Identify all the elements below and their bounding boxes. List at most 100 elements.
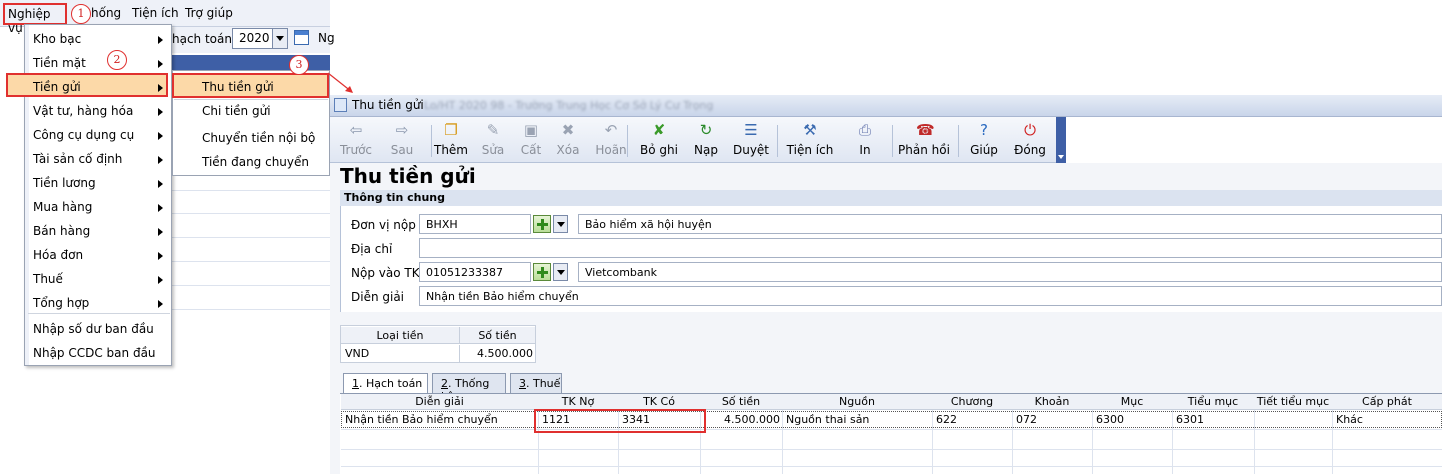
tab-label: . Hạch toán [359, 377, 423, 390]
toolbar-label: Hoãn [595, 143, 627, 157]
grid-header[interactable]: Mục [1092, 395, 1172, 408]
add-icon[interactable] [533, 215, 551, 233]
menu-item-3[interactable]: Vật tư, hàng hóa [33, 104, 133, 118]
dien-giai-input[interactable]: Nhận tiền Bảo hiểm chuyển [419, 286, 1442, 306]
toolbar-button-3[interactable]: ✎ Sửa [475, 117, 511, 163]
grid-header[interactable]: Tiết tiểu mục [1254, 395, 1332, 408]
chevron-down-icon[interactable] [553, 263, 568, 281]
tab-thue[interactable]: 3. Thuế [510, 373, 562, 393]
grid-header[interactable]: Nguồn [782, 395, 932, 408]
chevron-right-icon [158, 36, 167, 44]
chevron-down-icon[interactable] [553, 215, 568, 233]
menu-item-7[interactable]: Mua hàng [33, 200, 92, 214]
toolbar-label: Phản hồi [898, 143, 950, 157]
toolbar-overflow-button[interactable] [1056, 117, 1066, 163]
toolbar-button-7[interactable]: ✘ Bỏ ghi [638, 117, 680, 163]
submenu-separator [174, 99, 328, 100]
forward-arrow-icon: ⇨ [395, 121, 409, 139]
add-icon[interactable] [533, 263, 551, 281]
dia-chi-input[interactable] [419, 238, 1442, 258]
menu-item-6[interactable]: Tiền lương [33, 176, 96, 190]
undo-icon: ↶ [604, 121, 618, 139]
submenu-item-0[interactable]: Thu tiền gửi [202, 80, 274, 94]
menu-tro-giup[interactable]: Trợ giúp [185, 6, 233, 20]
nop-vao-tk-label: Nộp vào TK [351, 266, 420, 280]
grid-header[interactable]: TK Nợ [538, 395, 618, 408]
menu-item-selected-highlight [6, 73, 168, 97]
window-title: Thu tiền gửi [352, 98, 424, 112]
submenu-item-2[interactable]: Chuyển tiền nội bộ [202, 131, 315, 145]
grid-row-line [341, 429, 1442, 430]
currency-header: Loại tiền [341, 327, 459, 344]
don-vi-nop-code-input[interactable]: BHXH [419, 214, 531, 234]
form-title: Thu tiền gửi [340, 164, 476, 188]
menu-item-1[interactable]: Tiền mặt [33, 56, 86, 70]
grid-header[interactable]: Số tiền [700, 395, 782, 408]
grid-header[interactable]: Diễn giải [341, 395, 538, 408]
toolbar-label: Duyệt [732, 143, 770, 157]
menu-item-5[interactable]: Tài sản cố định [33, 152, 122, 166]
back-arrow-icon: ⇦ [349, 121, 363, 139]
menu-item-13[interactable]: Nhập CCDC ban đầu [33, 346, 156, 360]
amount-header: Số tiền [459, 327, 535, 344]
menu-item-0[interactable]: Kho bạc [33, 32, 81, 46]
don-vi-nop-name-input[interactable]: Bảo hiểm xã hội huyện [578, 214, 1442, 234]
tab-hach-toan[interactable]: 1. Hạch toán [343, 373, 428, 394]
menu-item-10[interactable]: Thuế [33, 272, 63, 286]
toolbar-button-13[interactable]: ? Giúp [965, 117, 1003, 163]
callout-2: 2 [107, 50, 127, 70]
callout-3: 3 [289, 55, 309, 75]
toolbar-separator [431, 125, 432, 157]
toolbar-button-1[interactable]: ⇨ Sau [382, 117, 422, 163]
toolbar-button-5[interactable]: ✖ Xóa [550, 117, 586, 163]
toolbar-button-2[interactable]: ❐ Thêm [433, 117, 469, 163]
toolbar-button-4[interactable]: ▣ Cất [513, 117, 549, 163]
chevron-right-icon [158, 252, 167, 260]
grid-header[interactable]: Chương [932, 395, 1012, 408]
menu-separator [28, 313, 170, 314]
submenu-item-1[interactable]: Chi tiền gửi [202, 104, 271, 118]
toolbar-separator [777, 125, 778, 157]
menu-tien-ich[interactable]: Tiện ích [132, 6, 179, 20]
chevron-down-icon[interactable] [272, 29, 287, 48]
menu-item-9[interactable]: Hóa đơn [33, 248, 83, 262]
close-icon: ⏻ [1024, 121, 1036, 139]
menu-item-8[interactable]: Bán hàng [33, 224, 90, 238]
menu-item-2[interactable]: Tiền gửi [33, 80, 81, 94]
amount-cell[interactable]: 4.500.000 [459, 345, 535, 362]
toolbar-button-11[interactable]: ⎙ In [852, 117, 878, 163]
toolbar-button-10[interactable]: ⚒ Tiện ích [784, 117, 836, 163]
account-number-input[interactable]: 01051233387 [419, 262, 531, 282]
menu-item-4[interactable]: Công cụ dụng cụ [33, 128, 134, 142]
toolbar-button-6[interactable]: ↶ Hoãn [591, 117, 631, 163]
year-select[interactable]: 2020 [232, 28, 288, 49]
menu-he-thong[interactable]: hống [91, 6, 121, 20]
toolbar-button-0[interactable]: ⇦ Trước [336, 117, 376, 163]
menu-item-12[interactable]: Nhập số dư ban đầu [33, 322, 154, 336]
toolbar-button-9[interactable]: ☰ Duyệt [731, 117, 771, 163]
tab-thong-ke[interactable]: 2. Thống kê [432, 373, 506, 403]
grid-header[interactable]: Tiểu mục [1172, 395, 1254, 408]
edit-icon: ✎ [486, 121, 500, 139]
calendar-icon[interactable] [294, 30, 309, 45]
chevron-right-icon [158, 300, 167, 308]
toolbar-label: In [859, 143, 871, 157]
toolbar-separator [892, 125, 893, 157]
bank-name-input[interactable]: Vietcombank [578, 262, 1442, 282]
grid-header[interactable]: Khoản [1012, 395, 1092, 408]
toolbar-label: Sau [390, 143, 414, 157]
currency-table: Loại tiền Số tiền VND 4.500.000 [340, 325, 536, 363]
menu-nghiep-vu[interactable]: Nghiệp vụ [3, 3, 67, 35]
chevron-right-icon [158, 108, 167, 116]
submenu-item-3[interactable]: Tiền đang chuyển [202, 155, 309, 169]
chevron-right-icon [158, 84, 167, 92]
toolbar-label: Cất [520, 143, 542, 157]
tab-number: 1 [352, 377, 359, 390]
toolbar-button-14[interactable]: ⏻ Đóng [1010, 117, 1050, 163]
grid-header[interactable]: Cấp phát [1332, 395, 1442, 408]
toolbar-button-12[interactable]: ☎ Phản hồi [896, 117, 952, 163]
menu-item-11[interactable]: Tổng hợp [33, 296, 89, 310]
toolbar-button-8[interactable]: ↻ Nạp [688, 117, 724, 163]
grid-header[interactable]: TK Có [618, 395, 700, 408]
currency-cell[interactable]: VND [345, 345, 455, 362]
